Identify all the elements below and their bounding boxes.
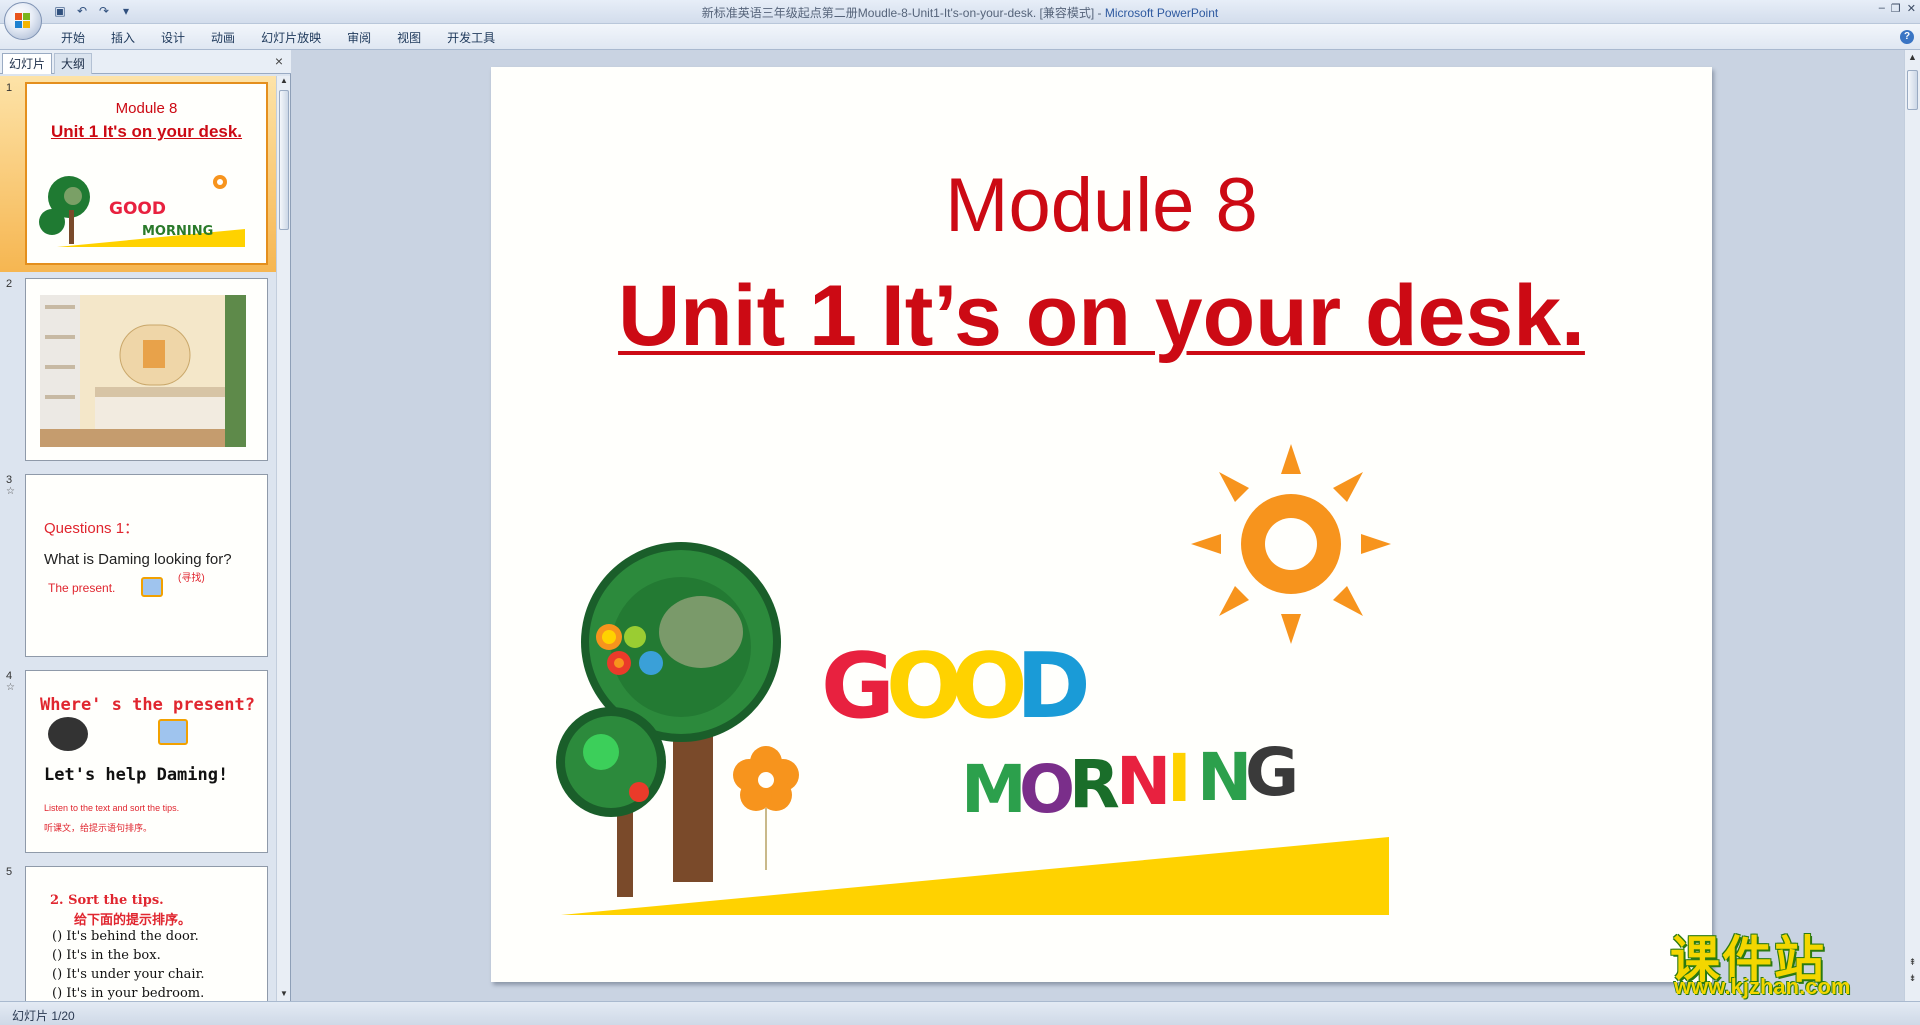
slide-thumbnail-list: 1 Module 8 Unit 1 It's on your desk. GOO…: [0, 76, 276, 1001]
minimize-icon[interactable]: –: [1879, 2, 1885, 15]
scroll-thumb[interactable]: [1907, 70, 1918, 110]
slide-number: 2: [6, 278, 13, 290]
tab-home[interactable]: 开始: [48, 29, 98, 46]
slide-thumbnail-2[interactable]: 2: [0, 272, 276, 468]
animation-star-icon: ☆: [6, 682, 15, 693]
gift-icon: [158, 719, 188, 745]
thumb-subtitle-cn: 给下面的提示排序。: [74, 912, 192, 927]
thumb-title: Where' s the present?: [40, 695, 255, 715]
sun-icon: [1191, 444, 1391, 644]
scroll-down-icon[interactable]: ▼: [277, 989, 291, 1001]
slide-thumbnail-1[interactable]: 1 Module 8 Unit 1 It's on your desk. GOO…: [0, 76, 276, 272]
svg-text:D: D: [1016, 634, 1091, 739]
tab-view[interactable]: 视图: [384, 29, 434, 46]
svg-text:N: N: [1197, 739, 1252, 816]
thumbnail-frame: Where' s the present? Let's help Daming!…: [25, 670, 268, 853]
slide-thumbnail-5[interactable]: 5 2. Sort the tips. 给下面的提示排序。 () It's be…: [0, 860, 276, 1001]
svg-text:O: O: [1019, 751, 1075, 828]
current-slide[interactable]: Module 8 Unit 1 It’s on your desk. G O O…: [491, 67, 1712, 982]
status-bar: 幻灯片 1/20: [0, 1001, 1920, 1025]
slide-counter: 幻灯片 1/20: [12, 1009, 75, 1023]
watermark-logo: 课件站 www.kjzhan.com: [1668, 922, 1904, 1000]
thumb-item: () It's under your chair.: [52, 967, 205, 982]
watermark-url: www.kjzhan.com: [1674, 974, 1851, 999]
slide-number: 3: [6, 474, 13, 486]
app-name: Microsoft PowerPoint: [1104, 6, 1219, 20]
morning-lettering: M O R N I N G: [961, 734, 1299, 828]
thumb-item: () It's in the box.: [52, 948, 161, 963]
svg-text:R: R: [1069, 746, 1120, 823]
thumb-item: () It's behind the door.: [52, 929, 199, 944]
close-icon[interactable]: ×: [275, 53, 283, 69]
editor-scrollbar[interactable]: ▲ ⇞ ⇟: [1904, 50, 1920, 1001]
scroll-up-icon[interactable]: ▲: [1905, 52, 1920, 66]
slide-editor: Module 8 Unit 1 It’s on your desk. G O O…: [292, 50, 1904, 1001]
thumb-question-label: Questions 1：: [44, 520, 140, 537]
panel-scrollbar[interactable]: ▲ ▼: [276, 76, 290, 1001]
thumbnail-frame: Questions 1： What is Daming looking for?…: [25, 474, 268, 657]
svg-text:G: G: [821, 634, 895, 739]
thumb-answer: The present.: [48, 581, 116, 595]
ribbon-tabs: 开始 插入 设计 动画 幻灯片放映 审阅 视图 开发工具 ?: [0, 24, 1920, 50]
thumb-instruction-cn: 听课文，给提示语句排序。: [44, 823, 153, 833]
svg-text:MORNING: MORNING: [142, 224, 213, 239]
help-icon[interactable]: ?: [1900, 30, 1914, 44]
tab-developer[interactable]: 开发工具: [434, 29, 508, 46]
thumb-question-text: What is Daming looking for?: [44, 551, 232, 568]
slides-panel: 幻灯片 大纲 × 1 Module 8 Unit 1 It's on your …: [0, 50, 291, 1001]
svg-text:G: G: [1245, 734, 1299, 811]
slide-number: 1: [6, 82, 13, 94]
tab-review[interactable]: 审阅: [334, 29, 384, 46]
close-icon[interactable]: ✕: [1907, 2, 1916, 15]
thumbnail-frame: 2. Sort the tips. 给下面的提示排序。 () It's behi…: [25, 866, 268, 1001]
restore-icon[interactable]: ❐: [1891, 2, 1901, 15]
svg-text:N: N: [1116, 743, 1171, 820]
thumb-art: GOOD MORNING: [39, 175, 245, 247]
scroll-thumb[interactable]: [279, 90, 289, 230]
window-title: 新标准英语三年级起点第二册Moudle-8-Unit1-It's-on-your…: [0, 4, 1920, 21]
slide-number: 4: [6, 670, 13, 682]
previous-slide-icon[interactable]: ⇞: [1905, 957, 1920, 971]
thumb-item: () It's in your bedroom.: [52, 986, 205, 1001]
svg-text:I: I: [1167, 740, 1192, 817]
tab-animations[interactable]: 动画: [198, 29, 248, 46]
thumb-title: 2. Sort the tips.: [50, 893, 164, 908]
title-bar: ▣ ↶ ↷ ▾ 新标准英语三年级起点第二册Moudle-8-Unit1-It's…: [0, 0, 1920, 40]
slide-number: 5: [6, 866, 13, 878]
document-title: 新标准英语三年级起点第二册Moudle-8-Unit1-It's-on-your…: [701, 6, 1105, 20]
svg-text:GOOD: GOOD: [109, 199, 166, 219]
gift-icon: [141, 577, 163, 597]
bedroom-photo: [40, 295, 246, 447]
animation-star-icon: ☆: [6, 486, 15, 497]
panel-tabs: 幻灯片 大纲 ×: [0, 50, 291, 74]
tab-slideshow[interactable]: 幻灯片放映: [248, 29, 334, 46]
tab-outline[interactable]: 大纲: [54, 53, 93, 74]
thumbnail-frame: [25, 278, 268, 461]
thumb-instruction-en: Listen to the text and sort the tips.: [44, 803, 180, 813]
slide-thumbnail-4[interactable]: 4 ☆ Where' s the present? Let's help Dam…: [0, 664, 276, 860]
flower-icon: [733, 746, 799, 870]
good-morning-illustration: G O O D M O R N I N G: [556, 444, 1391, 915]
good-lettering: G O O D: [821, 634, 1091, 739]
tab-design[interactable]: 设计: [148, 29, 198, 46]
thumbnail-frame: Module 8 Unit 1 It's on your desk. GOOD …: [25, 82, 268, 265]
tab-slides[interactable]: 幻灯片: [2, 53, 53, 74]
slide-thumbnail-3[interactable]: 3 ☆ Questions 1： What is Daming looking …: [0, 468, 276, 664]
office-logo-icon: [15, 13, 31, 29]
tab-insert[interactable]: 插入: [98, 29, 148, 46]
scroll-up-icon[interactable]: ▲: [277, 76, 291, 88]
office-button[interactable]: [4, 2, 42, 40]
cartoon-boy-icon: [48, 717, 88, 751]
svg-text:M: M: [961, 751, 1027, 828]
thumb-note: (寻找): [178, 573, 205, 584]
next-slide-icon[interactable]: ⇟: [1905, 973, 1920, 987]
thumb-subtitle: Let's help Daming!: [44, 765, 229, 785]
window-controls: – ❐ ✕: [1879, 2, 1916, 15]
